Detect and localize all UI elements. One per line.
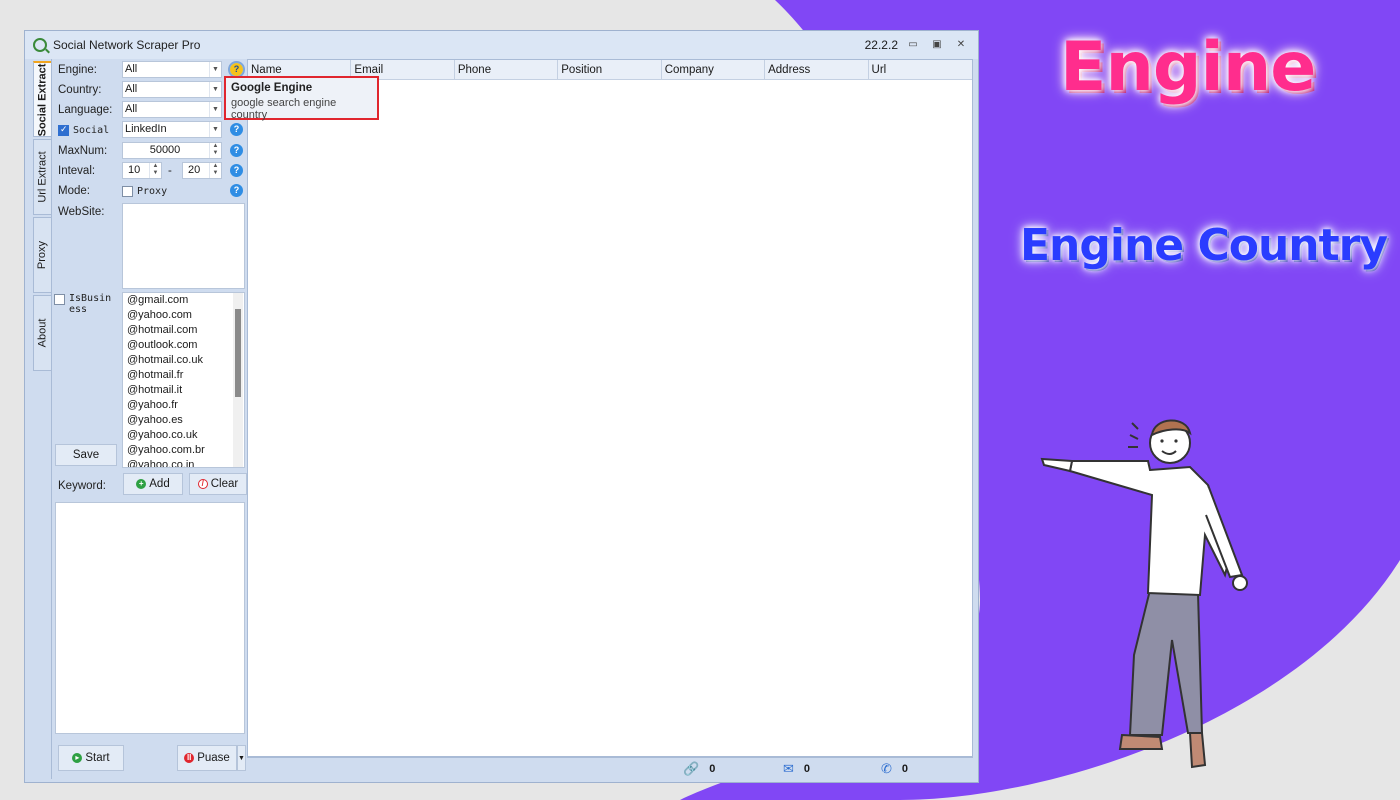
list-item[interactable]: @yahoo.com.br <box>123 443 244 458</box>
maxnum-stepper[interactable]: 50000 ▲ ▼ <box>122 142 222 159</box>
tab-social-extract[interactable]: Social Extract <box>33 61 51 137</box>
inteval-label: Inteval: <box>58 165 96 177</box>
social-select[interactable]: LinkedIn ▼ <box>122 121 222 138</box>
country-select[interactable]: All ▼ <box>122 81 222 98</box>
envelope-icon: ✉ <box>783 761 794 776</box>
column-header-url[interactable]: Url <box>869 60 972 79</box>
isbusiness-label: IsBusiness <box>69 293 112 315</box>
list-item[interactable]: @yahoo.co.uk <box>123 428 244 443</box>
maxnum-help-icon[interactable]: ? <box>230 144 243 157</box>
country-label: Country: <box>58 84 102 96</box>
app-window: Social Network Scraper Pro 22.2.2 ▭ ▣ ✕ … <box>24 30 979 783</box>
minimize-icon[interactable]: ▭ <box>906 39 920 51</box>
emails-count: ✉ 0 <box>783 761 811 776</box>
list-item[interactable]: @hotmail.co.uk <box>123 353 244 368</box>
column-header-position[interactable]: Position <box>558 60 662 79</box>
engine-select[interactable]: All ▼ <box>122 61 222 78</box>
tab-about[interactable]: About <box>33 295 51 371</box>
maximize-icon[interactable]: ▣ <box>930 39 944 51</box>
engine-headline: Engine <box>1060 28 1316 107</box>
list-item[interactable]: @yahoo.com <box>123 308 244 323</box>
clear-icon: / <box>197 479 208 489</box>
engine-tooltip: Google Engine google search engine count… <box>224 76 379 121</box>
column-header-address[interactable]: Address <box>765 60 869 79</box>
mode-label: Mode: <box>58 185 90 197</box>
inteval-help-icon[interactable]: ? <box>230 164 243 177</box>
scroll-thumb[interactable] <box>235 309 241 397</box>
add-keyword-button[interactable]: + Add <box>123 473 183 495</box>
status-bar: 🔗 0 ✉ 0 ✆ 0 <box>247 757 973 779</box>
list-item[interactable]: @outlook.com <box>123 338 244 353</box>
social-help-icon[interactable]: ? <box>230 123 243 136</box>
engine-help-icon[interactable]: ? <box>228 61 245 78</box>
spin-arrows-icon[interactable]: ▲ ▼ <box>149 163 161 178</box>
inteval-to-stepper[interactable]: 20 ▲ ▼ <box>182 162 222 179</box>
tab-proxy[interactable]: Proxy <box>33 217 51 293</box>
chevron-down-icon: ▼ <box>209 82 221 97</box>
website-textarea[interactable] <box>122 203 245 289</box>
mode-help-icon[interactable]: ? <box>230 184 243 197</box>
tab-url-extract[interactable]: Url Extract <box>33 139 51 215</box>
keyword-label: Keyword: <box>58 480 106 492</box>
column-header-company[interactable]: Company <box>662 60 766 79</box>
list-item[interactable]: @hotmail.it <box>123 383 244 398</box>
phone-icon: ✆ <box>881 761 892 776</box>
list-item[interactable]: @gmail.com <box>123 293 244 308</box>
list-item[interactable]: @yahoo.co.in <box>123 458 244 467</box>
list-item[interactable]: @yahoo.fr <box>123 398 244 413</box>
chevron-down-icon: ▼ <box>209 122 221 137</box>
isbusiness-checkbox[interactable] <box>54 294 65 305</box>
list-item[interactable]: @yahoo.es <box>123 413 244 428</box>
proxy-label: Proxy <box>137 185 168 197</box>
save-button[interactable]: Save <box>55 444 117 466</box>
magnifier-icon <box>33 38 47 52</box>
pointing-man-illustration <box>1040 419 1248 769</box>
list-item[interactable]: @hotmail.com <box>123 323 244 338</box>
list-scrollbar[interactable] <box>233 293 243 467</box>
link-icon: 🔗 <box>683 761 700 776</box>
inteval-separator: - <box>168 165 172 177</box>
spin-arrows-icon[interactable]: ▲ ▼ <box>209 143 221 158</box>
keyword-textarea[interactable] <box>55 502 245 734</box>
social-checkbox[interactable] <box>58 124 69 136</box>
inteval-from-stepper[interactable]: 10 ▲ ▼ <box>122 162 162 179</box>
tooltip-title: Google Engine <box>231 82 313 94</box>
chevron-down-icon: ▼ <box>209 62 221 77</box>
start-button[interactable]: ▸ Start <box>58 745 124 771</box>
column-header-phone[interactable]: Phone <box>455 60 559 79</box>
results-grid: Name Email Phone Position Company Addres… <box>247 59 973 757</box>
language-select[interactable]: All ▼ <box>122 101 222 118</box>
maxnum-label: MaxNum: <box>58 145 108 157</box>
close-icon[interactable]: ✕ <box>954 39 968 51</box>
spin-arrows-icon[interactable]: ▲ ▼ <box>209 163 221 178</box>
pause-dropdown-button[interactable]: ▼ <box>237 745 246 771</box>
engine-label: Engine: <box>58 64 98 76</box>
clear-keyword-button[interactable]: / Clear <box>189 473 247 495</box>
proxy-checkbox[interactable] <box>122 185 133 197</box>
tooltip-text: google search engine country <box>231 97 337 121</box>
settings-panel: Engine: All ▼ ? Country: All ▼ Language: A… <box>51 59 247 779</box>
website-label: WebSite: <box>58 206 105 218</box>
phones-count: ✆ 0 <box>881 761 909 776</box>
language-label: Language: <box>58 104 113 116</box>
version-label: 22.2.2 <box>864 38 898 52</box>
plus-icon: + <box>136 479 147 489</box>
pause-icon: ll <box>184 753 195 763</box>
list-item[interactable]: @hotmail.fr <box>123 368 244 383</box>
title-bar: Social Network Scraper Pro 22.2.2 ▭ ▣ ✕ <box>25 31 978 59</box>
play-icon: ▸ <box>72 753 83 763</box>
engine-country-headline: Engine Country <box>1020 220 1388 271</box>
email-domain-list[interactable]: @gmail.com @yahoo.com @hotmail.com @outl… <box>122 292 245 468</box>
window-title: Social Network Scraper Pro <box>53 38 201 52</box>
links-count: 🔗 0 <box>683 761 716 776</box>
pause-button[interactable]: ll Puase <box>177 745 237 771</box>
chevron-down-icon: ▼ <box>209 102 221 117</box>
social-label: Social <box>73 124 110 136</box>
